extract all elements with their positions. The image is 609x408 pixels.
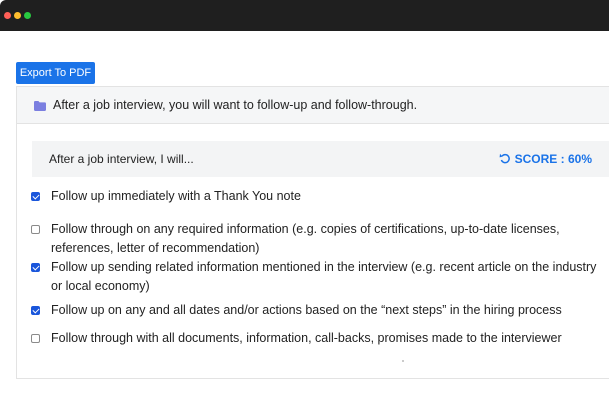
divider-dot [402, 360, 404, 362]
folder-icon [34, 101, 46, 111]
undo-icon[interactable] [499, 152, 511, 164]
option-label: Follow up on any and all dates and/or ac… [51, 303, 562, 317]
option-item[interactable]: Follow up sending related information me… [31, 258, 606, 296]
option-label: Follow up sending related information me… [51, 260, 597, 293]
option-checkbox[interactable] [31, 192, 40, 201]
option-item[interactable]: Follow through on any required informati… [31, 220, 606, 258]
quiz-panel: After a job interview, you will want to … [16, 86, 609, 379]
option-label: Follow up immediately with a Thank You n… [51, 189, 301, 203]
panel-header: After a job interview, you will want to … [17, 87, 609, 124]
question-bar: After a job interview, I will... SCORE :… [32, 141, 609, 177]
question-prompt: After a job interview, I will... [49, 152, 194, 166]
export-to-pdf-button[interactable]: Export To PDF [16, 62, 95, 84]
option-checkbox[interactable] [31, 225, 40, 234]
minimize-window-button[interactable] [14, 12, 21, 19]
option-checkbox[interactable] [31, 306, 40, 315]
option-checkbox[interactable] [31, 334, 40, 343]
option-item[interactable]: Follow up on any and all dates and/or ac… [31, 301, 606, 320]
score-display: SCORE : 60% [499, 152, 592, 166]
option-label: Follow through with all documents, infor… [51, 331, 562, 345]
score-label: SCORE : 60% [514, 152, 592, 166]
panel-title: After a job interview, you will want to … [53, 98, 418, 112]
maximize-window-button[interactable] [24, 12, 31, 19]
option-label: Follow through on any required informati… [51, 222, 560, 255]
option-item[interactable]: Follow through with all documents, infor… [31, 329, 606, 348]
window-titlebar [0, 0, 609, 31]
option-item[interactable]: Follow up immediately with a Thank You n… [31, 187, 606, 206]
close-window-button[interactable] [4, 12, 11, 19]
option-checkbox[interactable] [31, 263, 40, 272]
